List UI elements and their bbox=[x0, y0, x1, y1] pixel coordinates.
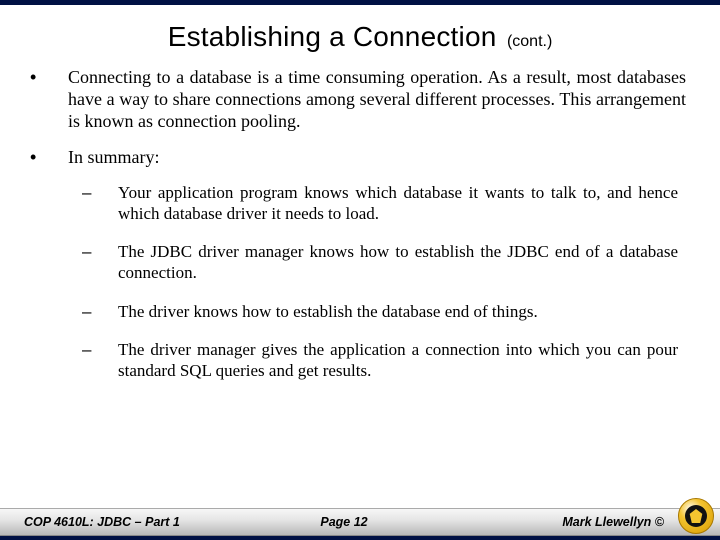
ucf-logo-icon bbox=[678, 498, 714, 534]
sub-bullet-item: – The driver manager gives the applicati… bbox=[82, 340, 678, 381]
sub-bullet-item: – The JDBC driver manager knows how to e… bbox=[82, 242, 678, 283]
footer-page-number: Page 12 bbox=[237, 515, 450, 529]
bullet-text: In summary: bbox=[68, 147, 696, 169]
bullet-marker: • bbox=[24, 67, 68, 133]
sub-bullet-item: – Your application program knows which d… bbox=[82, 183, 678, 224]
sub-bullet-text: Your application program knows which dat… bbox=[118, 183, 678, 224]
slide-title: Establishing a Connection (cont.) bbox=[24, 21, 696, 53]
sub-bullet-marker: – bbox=[82, 340, 118, 381]
sub-bullet-marker: – bbox=[82, 242, 118, 283]
sub-bullet-list: – Your application program knows which d… bbox=[82, 183, 678, 382]
sub-bullet-text: The driver knows how to establish the da… bbox=[118, 302, 678, 323]
bullet-marker: • bbox=[24, 147, 68, 169]
bullet-item: • In summary: bbox=[24, 147, 696, 169]
footer-bar: COP 4610L: JDBC – Part 1 Page 12 Mark Ll… bbox=[0, 508, 720, 536]
sub-bullet-item: – The driver knows how to establish the … bbox=[82, 302, 678, 323]
bottom-border-band bbox=[0, 536, 720, 540]
sub-bullet-marker: – bbox=[82, 302, 118, 323]
sub-bullet-text: The driver manager gives the application… bbox=[118, 340, 678, 381]
footer-course: COP 4610L: JDBC – Part 1 bbox=[24, 515, 237, 529]
bullet-text: Connecting to a database is a time consu… bbox=[68, 67, 696, 133]
footer: COP 4610L: JDBC – Part 1 Page 12 Mark Ll… bbox=[0, 508, 720, 540]
title-main-text: Establishing a Connection bbox=[168, 21, 497, 52]
sub-bullet-text: The JDBC driver manager knows how to est… bbox=[118, 242, 678, 283]
sub-bullet-marker: – bbox=[82, 183, 118, 224]
slide-body: Establishing a Connection (cont.) • Conn… bbox=[0, 5, 720, 382]
content-area: • Connecting to a database is a time con… bbox=[24, 67, 696, 382]
bullet-item: • Connecting to a database is a time con… bbox=[24, 67, 696, 133]
title-cont-text: (cont.) bbox=[507, 33, 552, 50]
footer-author: Mark Llewellyn © bbox=[451, 515, 704, 529]
